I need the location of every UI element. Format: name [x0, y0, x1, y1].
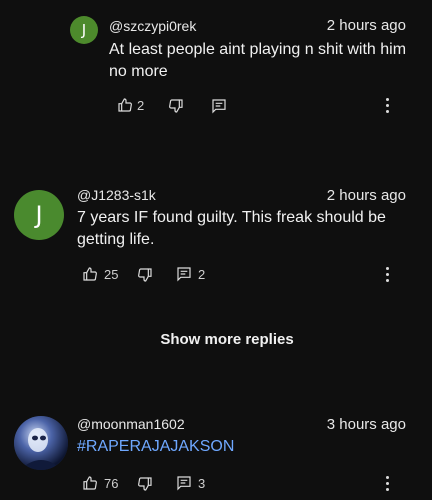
comment-timestamp: 2 hours ago	[326, 17, 406, 34]
comment-reply: J @J1283-s1k 2 hours ago 7 years IF foun…	[0, 170, 432, 300]
comment-author[interactable]: @J1283-s1k	[77, 187, 156, 203]
like-button[interactable]: 76	[82, 475, 118, 491]
comment-icon	[212, 99, 226, 114]
thumbs-up-icon	[118, 98, 132, 112]
more-options-button[interactable]	[386, 98, 390, 116]
replies-button[interactable]: 3	[176, 475, 205, 491]
dislike-button[interactable]	[137, 476, 153, 492]
thumbs-down-icon	[138, 477, 152, 491]
comment-timestamp: 2 hours ago	[326, 187, 406, 204]
thumbs-down-icon	[138, 268, 152, 282]
like-button[interactable]: 2	[117, 97, 144, 113]
avatar[interactable]	[14, 416, 68, 470]
dislike-button[interactable]	[137, 267, 153, 283]
comment-author[interactable]: @szczypi0rek	[109, 18, 196, 34]
replies-button[interactable]: 2	[176, 266, 205, 282]
reply-count: 2	[198, 266, 206, 282]
reply-button[interactable]	[211, 98, 227, 114]
comment: @moonman1602 3 hours ago #RAPERAJAJAKSON…	[0, 400, 432, 500]
dislike-button[interactable]	[168, 98, 184, 114]
more-options-button[interactable]	[386, 267, 390, 285]
comment-text-line2: no more	[109, 63, 168, 80]
reply-count: 3	[198, 475, 206, 491]
like-count: 2	[137, 97, 145, 113]
profile-photo-icon	[14, 416, 68, 470]
like-count: 76	[104, 475, 119, 491]
thumbs-up-icon	[83, 267, 97, 281]
comment-icon	[177, 267, 191, 282]
like-count: 25	[104, 266, 119, 282]
comment-reply: J @szczypi0rek 2 hours ago At least peop…	[0, 0, 432, 130]
comment-timestamp: 3 hours ago	[326, 416, 406, 433]
comment-icon	[177, 476, 191, 491]
hashtag-link[interactable]: #RAPERAJAJAKSON	[77, 436, 234, 458]
avatar[interactable]: J	[70, 16, 98, 44]
like-button[interactable]: 25	[82, 266, 118, 282]
thumbs-up-icon	[83, 476, 97, 490]
avatar[interactable]: J	[14, 190, 64, 240]
show-more-replies-button[interactable]: Show more replies	[0, 331, 432, 348]
comment-author[interactable]: @moonman1602	[77, 416, 185, 432]
comment-text-line2: getting life.	[77, 231, 155, 248]
thumbs-down-icon	[169, 99, 183, 113]
comment-text: 7 years IF found guilty. This freak shou…	[77, 209, 386, 226]
comment-text: At least people aint playing n shit with…	[109, 41, 407, 58]
more-options-button[interactable]	[386, 476, 390, 494]
